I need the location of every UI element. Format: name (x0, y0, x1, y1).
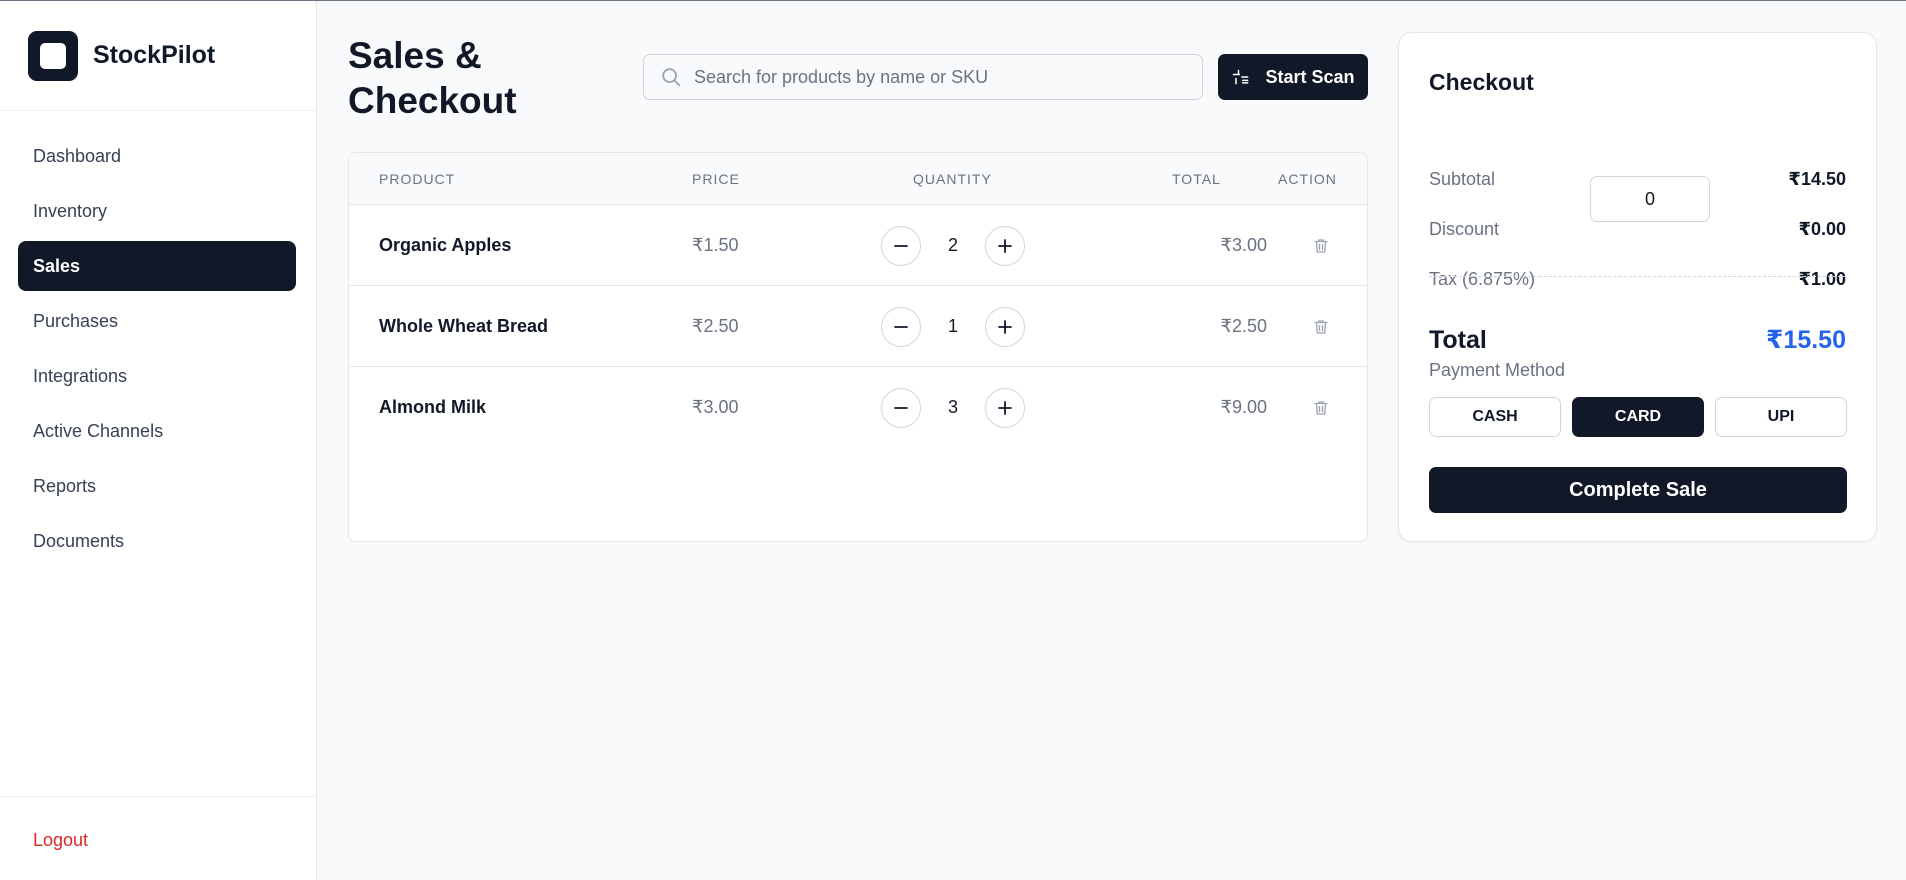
product-name: Almond Milk (379, 397, 486, 417)
sidebar-footer: Logout (0, 796, 316, 851)
sidebar-item-label: Active Channels (33, 420, 164, 441)
sidebar-item-label: Purchases (33, 310, 119, 331)
complete-sale-button[interactable]: Complete Sale (1429, 467, 1847, 513)
remove-item-button[interactable] (1305, 286, 1337, 367)
payment-card-button[interactable]: CARD (1572, 397, 1704, 437)
scan-icon (1233, 69, 1249, 85)
sidebar-item-inventory[interactable]: Inventory (18, 186, 296, 236)
brand-name: StockPilot (93, 41, 216, 69)
sidebar-item-label: Sales (33, 255, 81, 276)
column-header-quantity: QUANTITY (913, 171, 992, 187)
search-icon (662, 68, 681, 87)
checkout-panel: Checkout Subtotal ₹14.50 Discount ₹0.00 … (1398, 32, 1877, 542)
table-header: PRODUCT PRICE QUANTITY TOTAL ACTION (349, 153, 1367, 205)
logout-link[interactable]: Logout (33, 830, 88, 850)
minus-icon (894, 244, 908, 247)
increase-quantity-button[interactable] (985, 387, 1025, 428)
total-value: ₹15.50 (1766, 326, 1846, 354)
discount-label: Discount (1429, 219, 1500, 239)
product-name: Organic Apples (379, 235, 512, 255)
total-label: Total (1429, 325, 1487, 354)
discount-value: ₹0.00 (1798, 219, 1846, 239)
brand[interactable]: StockPilot (0, 1, 316, 111)
start-scan-button[interactable]: Start Scan (1218, 54, 1368, 100)
quantity-value: 2 (947, 235, 958, 255)
total-row: Total ₹15.50 (1429, 325, 1846, 355)
payment-upi-button[interactable]: UPI (1715, 397, 1847, 437)
line-total: ₹2.50 (1220, 316, 1268, 336)
column-header-total: TOTAL (1172, 171, 1221, 187)
remove-item-button[interactable] (1305, 367, 1337, 448)
table-row: Whole Wheat Bread ₹2.50 1 ₹2.50 (349, 286, 1367, 367)
discount-input[interactable] (1590, 176, 1710, 222)
table-row: Almond Milk ₹3.00 3 ₹9.00 (349, 367, 1367, 448)
decrease-quantity-button[interactable] (881, 306, 921, 347)
line-total: ₹9.00 (1220, 397, 1268, 417)
cart-table: PRODUCT PRICE QUANTITY TOTAL ACTION Orga… (348, 152, 1368, 542)
tax-row: Tax (6.875%) ₹1.00 (1429, 269, 1846, 290)
plus-icon (998, 238, 1012, 253)
search-input[interactable] (694, 66, 1174, 88)
product-price: ₹3.00 (692, 397, 739, 417)
column-header-price: PRICE (692, 171, 740, 187)
sidebar-item-active-channels[interactable]: Active Channels (18, 406, 296, 456)
app-logo-icon (28, 30, 78, 81)
discount-row: Discount ₹0.00 (1429, 219, 1846, 240)
payment-cash-button[interactable]: CASH (1429, 397, 1561, 437)
sidebar-item-label: Documents (33, 530, 125, 551)
sidebar-item-purchases[interactable]: Purchases (18, 296, 296, 346)
minus-icon (894, 325, 908, 328)
plus-icon (998, 319, 1012, 334)
tax-value: ₹1.00 (1798, 269, 1846, 289)
plus-icon (998, 400, 1012, 415)
sidebar-item-sales[interactable]: Sales (18, 241, 296, 291)
quantity-value: 3 (947, 397, 958, 417)
decrease-quantity-button[interactable] (881, 225, 921, 266)
start-scan-label: Start Scan (1265, 66, 1355, 87)
payment-method-label: Payment Method (1429, 360, 1566, 380)
sidebar-item-documents[interactable]: Documents (18, 516, 296, 566)
sidebar-item-integrations[interactable]: Integrations (18, 351, 296, 401)
line-total: ₹3.00 (1220, 235, 1268, 255)
subtotal-label: Subtotal (1429, 169, 1496, 189)
sidebar-item-reports[interactable]: Reports (18, 461, 296, 511)
search-bar[interactable] (643, 54, 1203, 100)
sidebar-item-label: Reports (33, 475, 97, 496)
trash-icon (1314, 238, 1328, 253)
quantity-stepper: 2 (881, 205, 1025, 286)
remove-item-button[interactable] (1305, 205, 1337, 286)
product-price: ₹2.50 (692, 316, 739, 336)
sidebar-nav: Dashboard Inventory Sales Purchases Inte… (18, 131, 296, 571)
sidebar-item-label: Dashboard (33, 145, 122, 166)
decrease-quantity-button[interactable] (881, 387, 921, 428)
tax-label: Tax (6.875%) (1429, 269, 1536, 289)
quantity-stepper: 1 (881, 286, 1025, 367)
sidebar-item-label: Integrations (33, 365, 128, 386)
checkout-title: Checkout (1429, 69, 1534, 95)
minus-icon (894, 406, 908, 409)
sidebar-item-dashboard[interactable]: Dashboard (18, 131, 296, 181)
increase-quantity-button[interactable] (985, 225, 1025, 266)
increase-quantity-button[interactable] (985, 306, 1025, 347)
trash-icon (1314, 319, 1328, 334)
page-title: Sales & Checkout (348, 35, 517, 121)
subtotal-value: ₹14.50 (1788, 169, 1846, 189)
quantity-stepper: 3 (881, 367, 1025, 448)
product-name: Whole Wheat Bread (379, 316, 549, 336)
payment-method-group: CASH CARD UPI (1429, 397, 1847, 437)
checkout-divider (1429, 276, 1846, 277)
product-price: ₹1.50 (692, 235, 739, 255)
sidebar-item-label: Inventory (33, 200, 108, 221)
table-row: Organic Apples ₹1.50 2 ₹3.00 (349, 205, 1367, 286)
column-header-action: ACTION (1278, 171, 1337, 187)
column-header-product: PRODUCT (379, 171, 456, 187)
quantity-value: 1 (947, 316, 958, 336)
trash-icon (1314, 400, 1328, 415)
sidebar: StockPilot Dashboard Inventory Sales Pur… (0, 1, 317, 880)
